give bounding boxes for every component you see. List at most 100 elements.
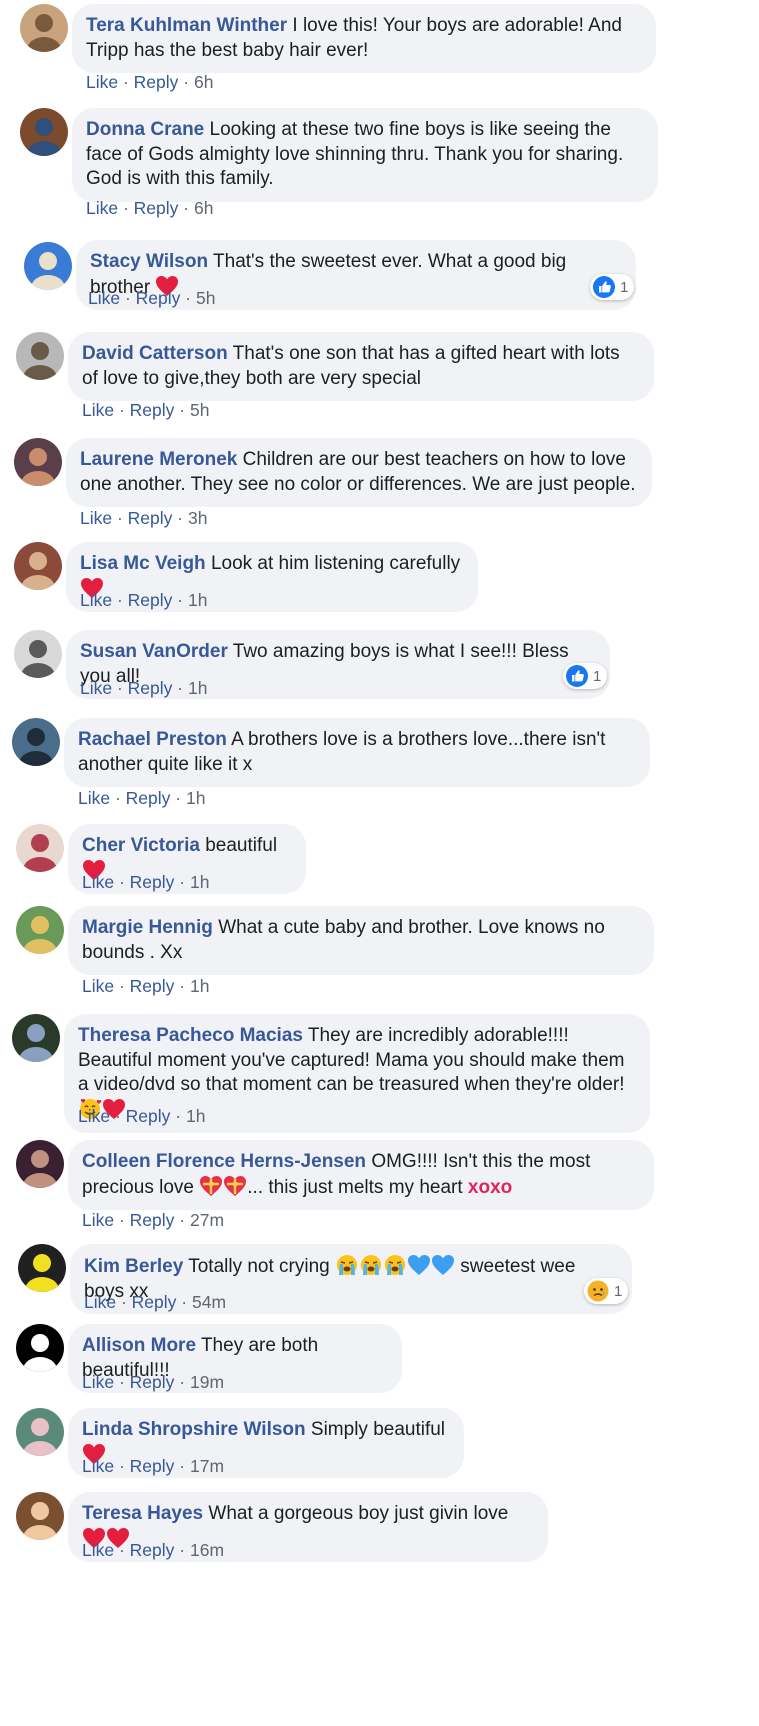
like-link[interactable]: Like xyxy=(82,1456,114,1476)
comment-timestamp[interactable]: 1h xyxy=(188,590,207,610)
comment-timestamp[interactable]: 1h xyxy=(186,1106,205,1126)
reply-link[interactable]: Reply xyxy=(130,976,175,996)
separator: · xyxy=(172,508,188,528)
like-link[interactable]: Like xyxy=(80,590,112,610)
reaction-count-badge[interactable]: 1 xyxy=(563,663,608,689)
comment-author-link[interactable]: Kim Berley xyxy=(84,1256,183,1277)
like-link[interactable]: Like xyxy=(78,1106,110,1126)
reaction-count: 1 xyxy=(614,1282,623,1300)
comment-author-link[interactable]: Linda Shropshire Wilson xyxy=(82,1419,306,1440)
avatar[interactable] xyxy=(24,242,72,290)
thumbs-up-icon xyxy=(593,276,615,298)
like-link[interactable]: Like xyxy=(82,400,114,420)
separator: · xyxy=(118,72,134,92)
avatar[interactable] xyxy=(14,630,62,678)
like-link[interactable]: Like xyxy=(82,1540,114,1560)
comment-author-link[interactable]: Lisa Mc Veigh xyxy=(80,553,206,574)
comment-timestamp[interactable]: 6h xyxy=(194,198,213,218)
reply-link[interactable]: Reply xyxy=(136,288,181,308)
comment-author-link[interactable]: Susan VanOrder xyxy=(80,641,228,662)
avatar[interactable] xyxy=(16,1324,64,1372)
comment-timestamp[interactable]: 3h xyxy=(188,508,207,528)
comment-author-link[interactable]: Laurene Meronek xyxy=(80,449,237,470)
reaction-count-badge[interactable]: 1 xyxy=(584,1278,629,1304)
comment-timestamp[interactable]: 17m xyxy=(190,1456,224,1476)
avatar[interactable] xyxy=(14,438,62,486)
comment-text: ... this just melts my heart xyxy=(247,1176,468,1198)
reply-link[interactable]: Reply xyxy=(130,1372,175,1392)
like-link[interactable]: Like xyxy=(84,1292,116,1312)
like-link[interactable]: Like xyxy=(80,508,112,528)
avatar[interactable] xyxy=(16,1492,64,1540)
avatar[interactable] xyxy=(16,1140,64,1188)
comment-author-link[interactable]: Margie Hennig xyxy=(82,917,213,938)
comment-timestamp[interactable]: 5h xyxy=(190,400,209,420)
reaction-count-badge[interactable]: 1 xyxy=(590,274,635,300)
like-link[interactable]: Like xyxy=(82,1210,114,1230)
avatar[interactable] xyxy=(18,1244,66,1292)
avatar[interactable] xyxy=(20,108,68,156)
comment-timestamp[interactable]: 1h xyxy=(188,678,207,698)
comment-author-link[interactable]: Stacy Wilson xyxy=(90,251,208,272)
comment-timestamp[interactable]: 1h xyxy=(186,788,205,808)
avatar[interactable] xyxy=(16,906,64,954)
like-link[interactable]: Like xyxy=(88,288,120,308)
separator: · xyxy=(174,1210,190,1230)
like-link[interactable]: Like xyxy=(82,1372,114,1392)
comment-author-link[interactable]: Donna Crane xyxy=(86,119,204,140)
comment-timestamp[interactable]: 1h xyxy=(190,976,209,996)
reply-link[interactable]: Reply xyxy=(130,872,175,892)
avatar[interactable] xyxy=(14,542,62,590)
comment-author-link[interactable]: Rachael Preston xyxy=(78,729,227,750)
reply-link[interactable]: Reply xyxy=(126,1106,171,1126)
separator: · xyxy=(170,1106,186,1126)
comment-timestamp[interactable]: 27m xyxy=(190,1210,224,1230)
separator: · xyxy=(110,1106,126,1126)
comment-author-link[interactable]: Colleen Florence Herns-Jensen xyxy=(82,1151,366,1172)
separator: · xyxy=(174,1540,190,1560)
like-link[interactable]: Like xyxy=(78,788,110,808)
comment-timestamp[interactable]: 16m xyxy=(190,1540,224,1560)
avatar[interactable] xyxy=(12,718,60,766)
avatar[interactable] xyxy=(12,1014,60,1062)
reply-link[interactable]: Reply xyxy=(130,400,175,420)
avatar[interactable] xyxy=(16,824,64,872)
comment-author-link[interactable]: Teresa Hayes xyxy=(82,1503,203,1524)
reply-link[interactable]: Reply xyxy=(128,678,173,698)
sad-face-icon xyxy=(587,1280,609,1302)
separator: · xyxy=(112,590,128,610)
reply-link[interactable]: Reply xyxy=(134,198,179,218)
comment-author-link[interactable]: David Catterson xyxy=(82,343,228,364)
reply-link[interactable]: Reply xyxy=(128,590,173,610)
reply-link[interactable]: Reply xyxy=(128,508,173,528)
like-link[interactable]: Like xyxy=(82,872,114,892)
like-link[interactable]: Like xyxy=(86,72,118,92)
like-link[interactable]: Like xyxy=(82,976,114,996)
reply-link[interactable]: Reply xyxy=(130,1456,175,1476)
separator: · xyxy=(114,1372,130,1392)
reply-link[interactable]: Reply xyxy=(130,1210,175,1230)
comment-author-link[interactable]: Tera Kuhlman Winther xyxy=(86,15,287,36)
comment-timestamp[interactable]: 1h xyxy=(190,872,209,892)
comment-actions: Like · Reply · 3h xyxy=(80,508,207,529)
comment-actions: Like · Reply · 6h xyxy=(86,198,213,219)
avatar[interactable] xyxy=(20,4,68,52)
reply-link[interactable]: Reply xyxy=(134,72,179,92)
separator: · xyxy=(120,288,136,308)
comment-author-link[interactable]: Allison More xyxy=(82,1335,196,1356)
comment-author-link[interactable]: Cher Victoria xyxy=(82,835,200,856)
comment-timestamp[interactable]: 6h xyxy=(194,72,213,92)
separator: · xyxy=(114,1210,130,1230)
separator: · xyxy=(118,198,134,218)
comment-author-link[interactable]: Theresa Pacheco Macias xyxy=(78,1025,303,1046)
comment-timestamp[interactable]: 54m xyxy=(192,1292,226,1312)
reply-link[interactable]: Reply xyxy=(126,788,171,808)
avatar[interactable] xyxy=(16,1408,64,1456)
like-link[interactable]: Like xyxy=(80,678,112,698)
comment-timestamp[interactable]: 5h xyxy=(196,288,215,308)
reply-link[interactable]: Reply xyxy=(130,1540,175,1560)
reply-link[interactable]: Reply xyxy=(132,1292,177,1312)
avatar[interactable] xyxy=(16,332,64,380)
comment-timestamp[interactable]: 19m xyxy=(190,1372,224,1392)
like-link[interactable]: Like xyxy=(86,198,118,218)
